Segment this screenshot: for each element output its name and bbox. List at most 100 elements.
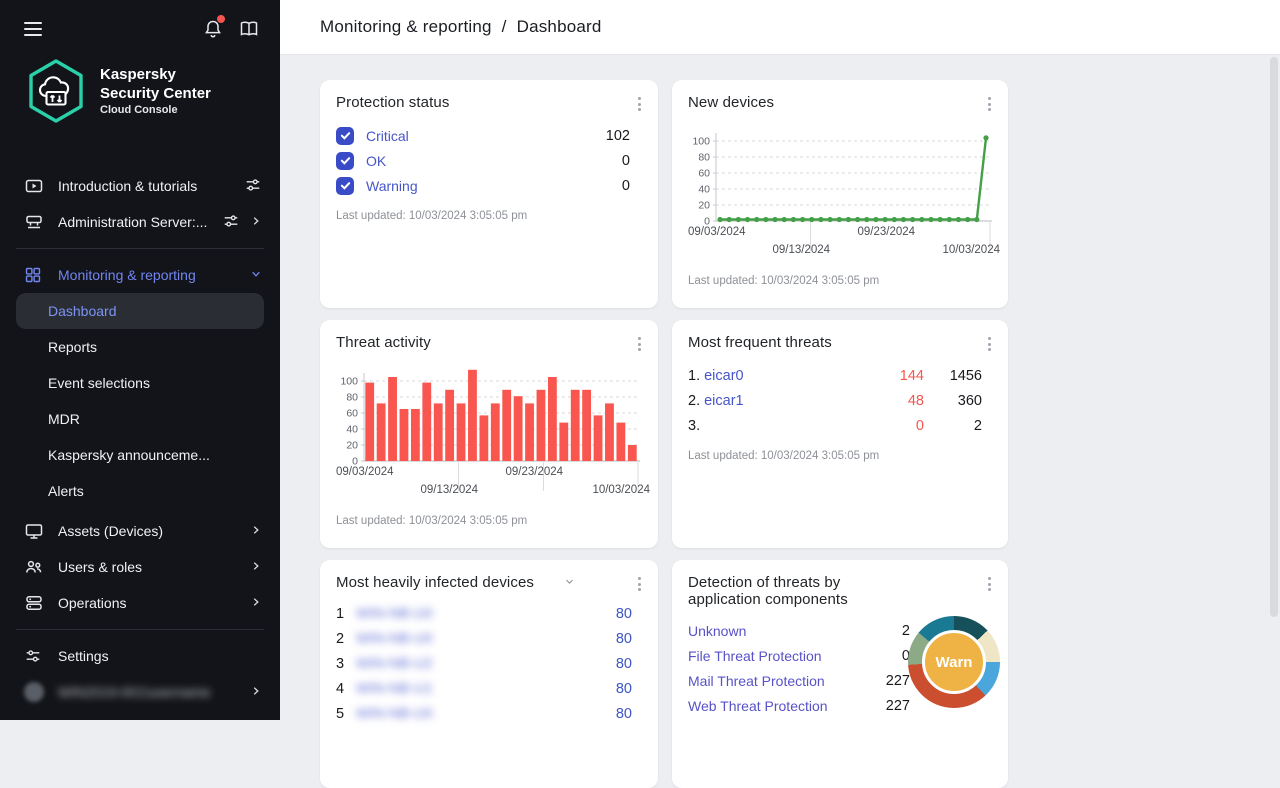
chevron-right-icon[interactable] <box>250 684 262 700</box>
card-title: Most frequent threats <box>688 334 992 351</box>
sidebar-item-dashboard[interactable]: Dashboard <box>16 293 264 329</box>
chevron-right-icon[interactable] <box>250 214 262 230</box>
most-heavily-infected-card: Most heavily infected devices 1 WIN-NB-U… <box>320 560 658 788</box>
checkbox-checked[interactable] <box>336 152 354 170</box>
sidebar-item-monitoring-reporting[interactable]: Monitoring & reporting <box>0 257 280 293</box>
sidebar-item-label: Monitoring & reporting <box>58 267 250 283</box>
device-name-blurred[interactable]: WIN-NB-U0 <box>356 631 433 647</box>
card-title: Threat activity <box>336 334 642 351</box>
device-name-blurred[interactable]: WIN-NB-U0 <box>356 606 433 622</box>
kebab-menu-icon[interactable] <box>630 94 648 114</box>
sidebar-divider <box>16 629 264 630</box>
device-row: 2 WIN-NB-U0 80 <box>336 626 642 651</box>
threat-activity-bar-chart: 02040608010009/03/202409/13/202409/23/20… <box>336 365 642 515</box>
threat-row: 2. eicar1 48 360 <box>688 388 992 413</box>
status-value: 0 <box>622 153 630 169</box>
sidebar-divider <box>16 248 264 249</box>
documentation-book-icon[interactable] <box>238 18 260 40</box>
threat-name-link[interactable]: eicar1 <box>704 393 744 409</box>
device-count-link[interactable]: 80 <box>616 631 632 647</box>
most-frequent-threats-card: Most frequent threats 1. eicar0 144 1456… <box>672 320 1008 548</box>
threat-count-total: 2 <box>924 418 982 434</box>
chevron-down-icon[interactable] <box>250 267 262 283</box>
device-name-blurred[interactable]: WIN-NB-U0 <box>356 706 433 722</box>
hamburger-menu-icon[interactable] <box>22 20 44 38</box>
chevron-right-icon[interactable] <box>250 523 262 539</box>
component-link[interactable]: Mail Threat Protection <box>688 673 825 689</box>
sidebar-item-settings[interactable]: Settings <box>0 638 280 674</box>
settings-tune-icon <box>24 646 44 666</box>
protection-status-card: Protection status Critical 102 OK 0 Warn… <box>320 80 658 308</box>
title-dropdown-chevron-icon[interactable] <box>564 576 575 590</box>
sidebar-item-users-roles[interactable]: Users & roles <box>0 549 280 585</box>
sidebar-item-account[interactable]: WIN2019-001\username <box>0 674 280 710</box>
device-name-blurred[interactable]: WIN-NB-U2 <box>356 656 433 672</box>
kebab-menu-icon[interactable] <box>980 574 998 594</box>
tune-icon[interactable] <box>244 176 262 197</box>
chevron-right-icon[interactable] <box>250 595 262 611</box>
kebab-menu-icon[interactable] <box>980 94 998 114</box>
status-row: Critical 102 <box>336 123 642 148</box>
card-title: New devices <box>688 94 992 111</box>
component-link[interactable]: File Threat Protection <box>688 648 822 664</box>
threat-severity-donut-chart: Warn <box>908 616 1000 708</box>
sidebar-item-administration-server[interactable]: Administration Server:... <box>0 204 280 240</box>
svg-text:100: 100 <box>692 136 710 148</box>
device-count-link[interactable]: 80 <box>616 656 632 672</box>
threat-rank: 2. <box>688 393 700 409</box>
tune-icon[interactable] <box>222 212 240 233</box>
kebab-menu-icon[interactable] <box>630 574 648 594</box>
notifications-bell-icon[interactable] <box>202 18 224 40</box>
sidebar-item-introduction-tutorials[interactable]: Introduction & tutorials <box>0 168 280 204</box>
kebab-menu-icon[interactable] <box>980 334 998 354</box>
threat-name-link[interactable]: eicar0 <box>704 368 744 384</box>
kebab-menu-icon[interactable] <box>630 334 648 354</box>
status-value: 102 <box>606 128 630 144</box>
logo-line3: Cloud Console <box>100 104 211 116</box>
sidebar-item-reports[interactable]: Reports <box>0 329 280 365</box>
sidebar: Kaspersky Security Center Cloud Console … <box>0 0 280 720</box>
device-count-link[interactable]: 80 <box>616 706 632 722</box>
device-row: 3 WIN-NB-U2 80 <box>336 651 642 676</box>
threat-activity-card: Threat activity 02040608010009/03/202409… <box>320 320 658 548</box>
threat-rank: 1. <box>688 368 700 384</box>
device-count-link[interactable]: 80 <box>616 606 632 622</box>
sidebar-item-mdr[interactable]: MDR <box>0 401 280 437</box>
component-row: Web Threat Protection 227 <box>688 693 910 718</box>
sidebar-item-kaspersky-announcements[interactable]: Kaspersky announceme... <box>0 437 280 473</box>
device-count-link[interactable]: 80 <box>616 681 632 697</box>
svg-text:80: 80 <box>698 152 710 164</box>
status-link[interactable]: OK <box>366 153 386 169</box>
component-link[interactable]: Unknown <box>688 623 746 639</box>
stack-icon <box>24 593 44 613</box>
new-devices-line-chart: 02040608010009/03/202409/13/202409/23/20… <box>688 125 992 275</box>
sidebar-item-event-selections[interactable]: Event selections <box>0 365 280 401</box>
status-row: OK 0 <box>336 148 642 173</box>
sidebar-item-label: Introduction & tutorials <box>58 178 244 194</box>
sidebar-item-operations[interactable]: Operations <box>0 585 280 621</box>
device-row: 4 WIN-NB-U1 80 <box>336 676 642 701</box>
status-value: 0 <box>622 178 630 194</box>
sidebar-item-alerts[interactable]: Alerts <box>0 473 280 509</box>
checkbox-checked[interactable] <box>336 177 354 195</box>
checkbox-checked[interactable] <box>336 127 354 145</box>
main-content: Monitoring & reporting/Dashboard Protect… <box>280 0 1280 720</box>
x-axis-label: 09/13/2024 <box>773 244 831 256</box>
threat-count-red: 48 <box>868 393 924 409</box>
chevron-right-icon[interactable] <box>250 559 262 575</box>
device-rank: 4 <box>336 681 350 697</box>
topbar: Monitoring & reporting/Dashboard <box>280 0 1280 55</box>
threat-count-total: 1456 <box>924 368 982 384</box>
scrollbar-thumb[interactable] <box>1270 57 1278 617</box>
status-link[interactable]: Critical <box>366 128 409 144</box>
dashboard-grid-icon <box>24 265 44 285</box>
vertical-scrollbar[interactable] <box>1270 57 1278 715</box>
breadcrumb-section[interactable]: Monitoring & reporting <box>320 17 492 36</box>
sidebar-item-assets-devices[interactable]: Assets (Devices) <box>0 513 280 549</box>
status-link[interactable]: Warning <box>366 178 418 194</box>
component-row: Mail Threat Protection 227 <box>688 668 910 693</box>
device-name-blurred[interactable]: WIN-NB-U1 <box>356 681 433 697</box>
sidebar-item-label: Administration Server:... <box>58 214 222 230</box>
component-link[interactable]: Web Threat Protection <box>688 698 828 714</box>
card-title: Protection status <box>336 94 642 111</box>
